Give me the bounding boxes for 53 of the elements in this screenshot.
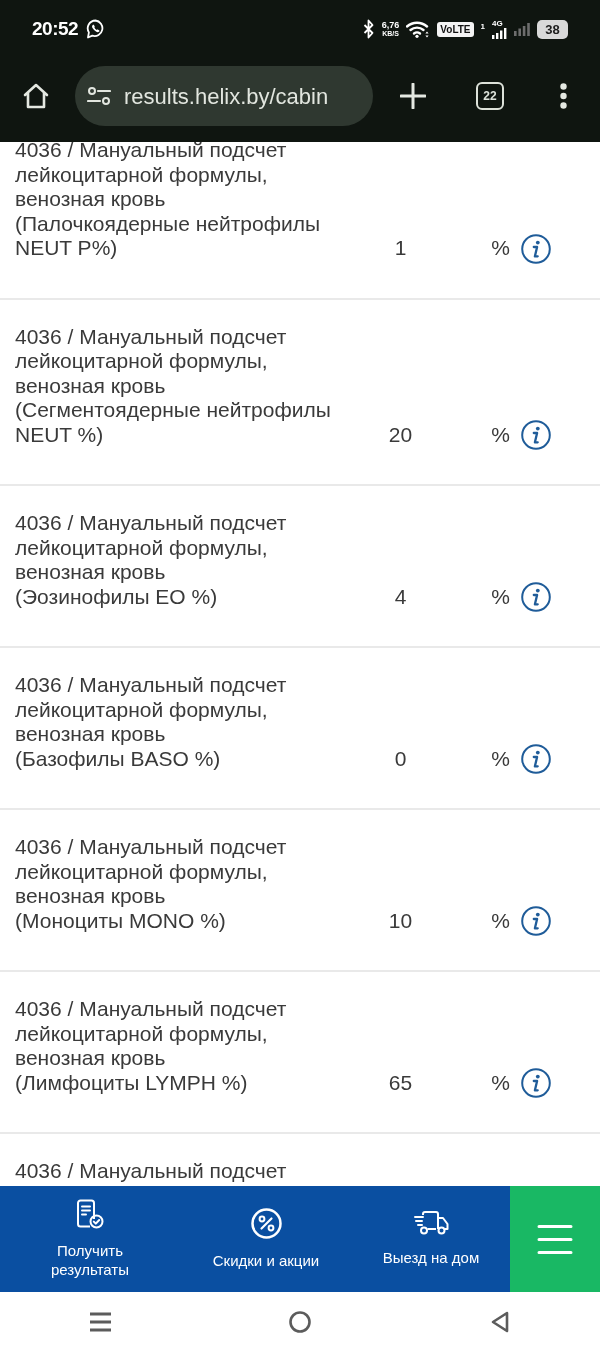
result-unit: % [490,236,510,261]
weak-signal-bars-icon [514,22,530,36]
result-value: 0 [393,746,408,771]
info-icon[interactable] [521,1068,551,1098]
back-icon[interactable] [491,1311,509,1333]
network-speed-text: 6,76 [381,21,400,30]
info-icon[interactable] [521,582,551,612]
circle-icon[interactable] [289,1311,311,1333]
test-name: 4036 / Мануальный подсчет лейкоцитарной формулы, венозная кровь (Моноциты MONO %) [15,835,288,933]
result-value: 10 [387,908,414,933]
clock-time: 20:52 [32,16,79,41]
test-name: 4036 / Мануальный подсчет лейкоцитарной формулы, венозная кровь (Лимфоциты LYMPH %) [15,997,288,1095]
result-value: 20 [387,422,414,447]
document-check-icon [76,1199,104,1229]
get-results-button[interactable]: Получить результаты [0,1186,180,1292]
result-unit: % [490,584,510,609]
percent-circle-icon [250,1208,282,1239]
result-value: 1 [393,236,408,261]
site-settings-icon[interactable] [87,86,111,106]
home-visit-button[interactable]: Выезд на дом [352,1186,510,1292]
bluetooth-icon [362,19,375,39]
discounts-button[interactable]: Скидки и акции [180,1186,352,1292]
address-bar[interactable]: results.helix.by/cabin [75,66,373,126]
menu-icon [537,1223,573,1255]
test-name: 4036 / Мануальный подсчет лейкоцитарной формулы, венозная кровь (Базофилы BASO %) [15,673,288,771]
sim-slot-text: 1 [480,21,485,33]
result-unit: % [490,1070,510,1095]
test-name: 4036 / Мануальный подсчет лейкоцитарной формулы, венозная кровь (Палочкоядерные нейтрофилы NEUT P%) [15,142,322,261]
more-options-icon[interactable] [560,83,567,109]
volte-badge: VoLTE [437,21,474,37]
result-unit: % [490,422,510,447]
info-icon[interactable] [521,420,551,450]
tab-switcher-button[interactable]: 22 [476,82,504,110]
result-unit: % [490,908,510,933]
test-name: 4036 / Мануальный подсчет лейкоцитарной формулы, венозная кровь (Эозинофилы EO %) [15,511,288,609]
menu-icon[interactable] [89,1312,111,1332]
chat-bubble-phone-icon [86,19,106,39]
result-value: 4 [393,584,408,609]
signal-bars-icon [492,27,507,39]
info-icon[interactable] [521,744,551,774]
info-icon[interactable] [521,233,551,264]
wifi-icon [406,20,431,38]
result-value: 65 [387,1070,414,1095]
test-name: 4036 / Мануальный подсчет лейкоцитарной формулы, венозная кровь (Сегментоядерные нейтрофилы NEUT %) [15,324,332,447]
result-unit: % [490,746,510,771]
plus-icon[interactable] [400,83,426,109]
truck-icon [413,1211,449,1236]
battery-indicator: 38 [537,19,568,39]
home-icon[interactable] [22,82,50,110]
info-icon[interactable] [521,906,551,936]
test-name: 4036 / Мануальный подсчет [15,1159,288,1184]
network-type-text: 4G [492,19,503,28]
menu-button[interactable] [510,1186,600,1292]
